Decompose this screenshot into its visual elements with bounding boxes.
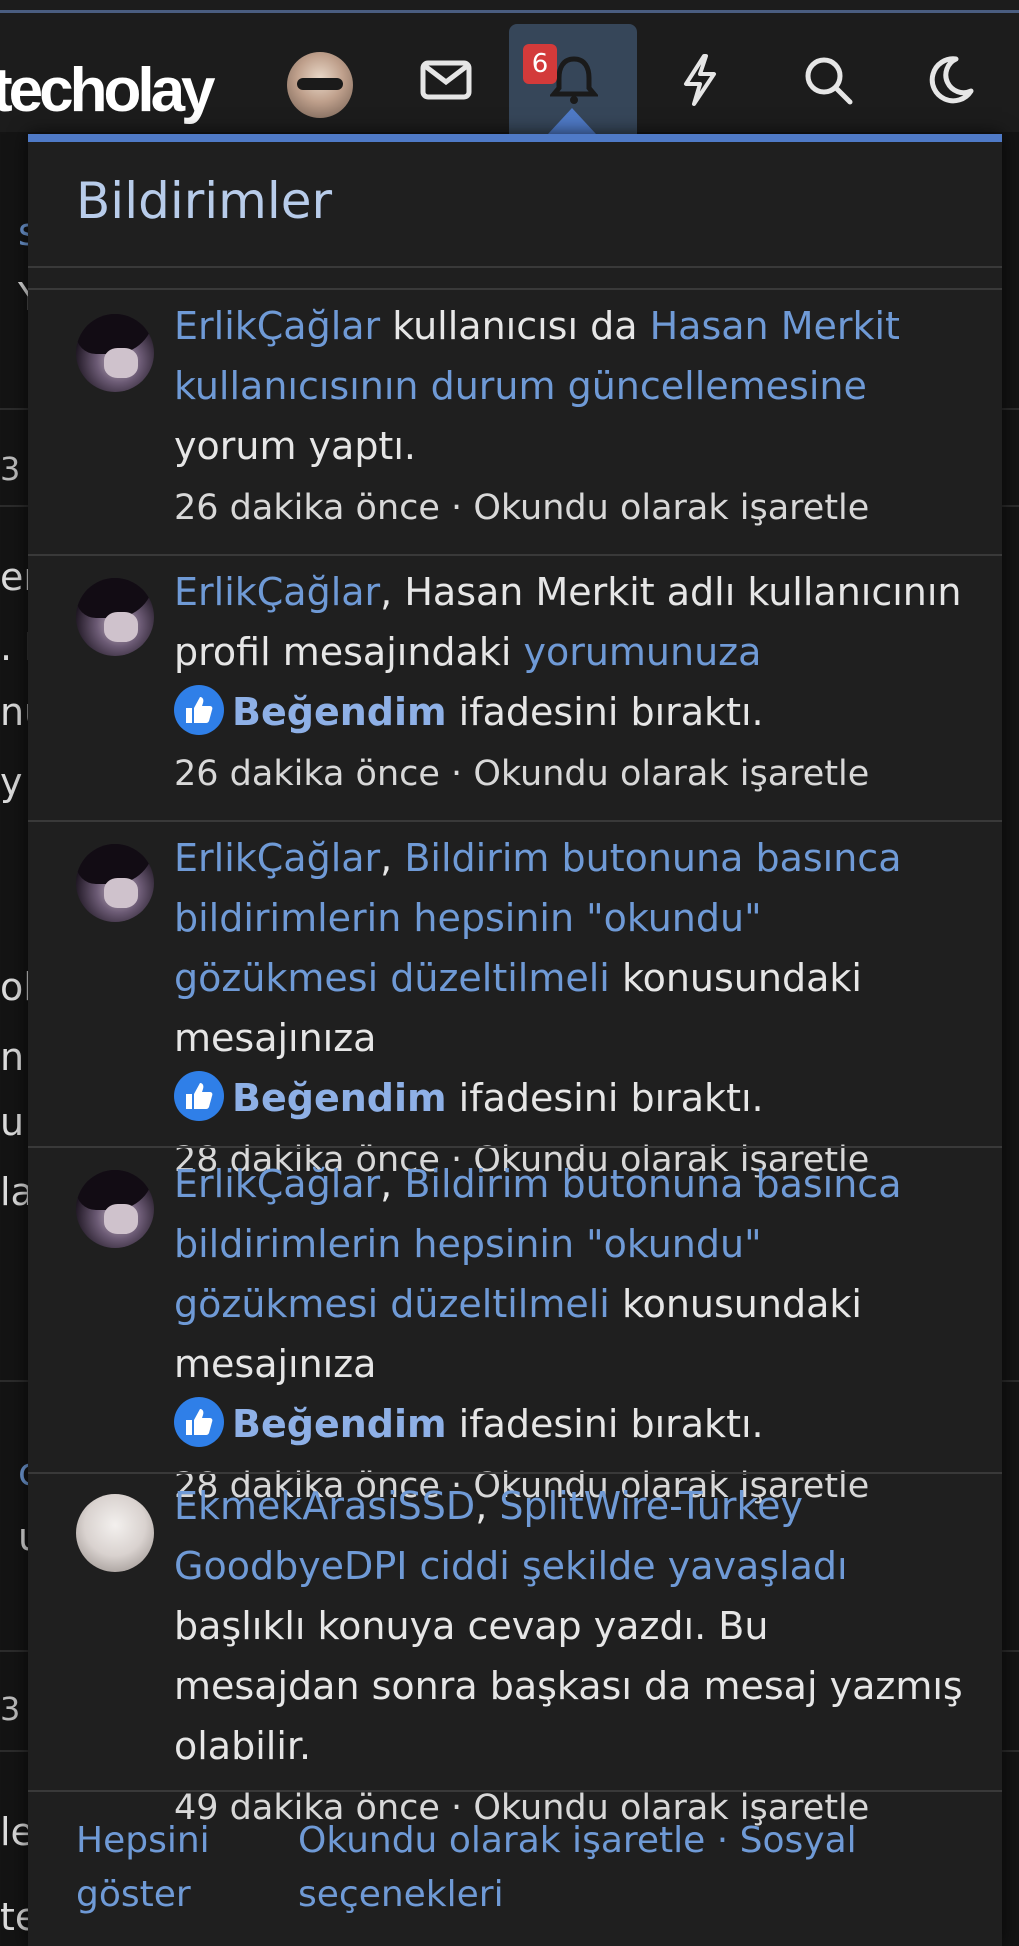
background-text: 3: [0, 1690, 21, 1728]
item-divider: [28, 554, 1002, 556]
user-avatar[interactable]: [76, 314, 154, 392]
notification-text: ErlikÇağlar, Bildirim butonuna basınca b…: [174, 1162, 902, 1506]
content-link[interactable]: yorumunuza: [523, 630, 761, 674]
reaction-label: Beğendim: [232, 1076, 447, 1120]
title-divider: [28, 266, 1002, 268]
notifications-popup: Bildirimler ErlikÇağlar kullanıcısı da H…: [28, 134, 1002, 1946]
lightning-bolt-icon[interactable]: [672, 52, 728, 108]
notification-text: ErlikÇağlar, Hasan Merkit adlı kullanıcı…: [174, 570, 962, 794]
item-divider: [28, 820, 1002, 822]
site-logo[interactable]: techolay: [0, 56, 216, 126]
notification-text: ErlikÇağlar, Bildirim butonuna basınca b…: [174, 836, 902, 1180]
background-text: u: [0, 1100, 25, 1144]
dark-mode-moon-icon[interactable]: [922, 52, 978, 108]
user-link[interactable]: ErlikÇağlar: [174, 836, 380, 880]
user-avatar[interactable]: [76, 844, 154, 922]
list-top-divider: [28, 288, 1002, 290]
notification-text: ErlikÇağlar kullanıcısı da Hasan Merkit …: [174, 304, 900, 528]
item-divider: [28, 1472, 1002, 1474]
mark-read-link[interactable]: Okundu olarak işaretle: [473, 488, 869, 528]
mark-read-link[interactable]: Okundu olarak işaretle: [473, 754, 869, 794]
user-link[interactable]: ErlikÇağlar: [174, 304, 380, 348]
notification-time: 26 dakika önce: [174, 488, 440, 528]
reaction-label: Beğendim: [232, 690, 447, 734]
reaction-label: Beğendim: [232, 1402, 447, 1446]
user-link[interactable]: ErlikÇağlar: [174, 570, 380, 614]
user-avatar[interactable]: [76, 1170, 154, 1248]
user-avatar[interactable]: [76, 1494, 154, 1572]
inbox-envelope-icon[interactable]: [418, 52, 474, 108]
background-text: n: [0, 1035, 25, 1079]
notification-text: EkmekArasiSSD, SplitWire-Turkey GoodbyeD…: [174, 1484, 963, 1828]
footer-divider: [28, 1790, 1002, 1792]
search-icon[interactable]: [800, 52, 856, 108]
show-all-link[interactable]: Hepsini göster: [76, 1814, 256, 1922]
thumbs-up-icon: [174, 1071, 224, 1121]
user-avatar[interactable]: [287, 52, 353, 118]
header-top-line: [0, 10, 1019, 13]
background-text: y: [0, 760, 23, 804]
mark-all-read-link[interactable]: Okundu olarak işaretle: [298, 1820, 705, 1861]
user-link[interactable]: ErlikÇağlar: [174, 1162, 380, 1206]
user-link[interactable]: EkmekArasiSSD: [174, 1484, 475, 1528]
footer-actions: Okundu olarak işaretle · Sosyal seçenekl…: [298, 1820, 857, 1915]
popup-title: Bildirimler: [76, 172, 333, 230]
thumbs-up-icon: [174, 1397, 224, 1447]
notification-time: 26 dakika önce: [174, 754, 440, 794]
popup-pointer-arrow: [548, 108, 596, 134]
background-text: 3: [0, 450, 21, 488]
thumbs-up-icon: [174, 685, 224, 735]
notification-count-badge: 6: [523, 44, 557, 84]
user-avatar[interactable]: [76, 578, 154, 656]
item-divider: [28, 1146, 1002, 1148]
